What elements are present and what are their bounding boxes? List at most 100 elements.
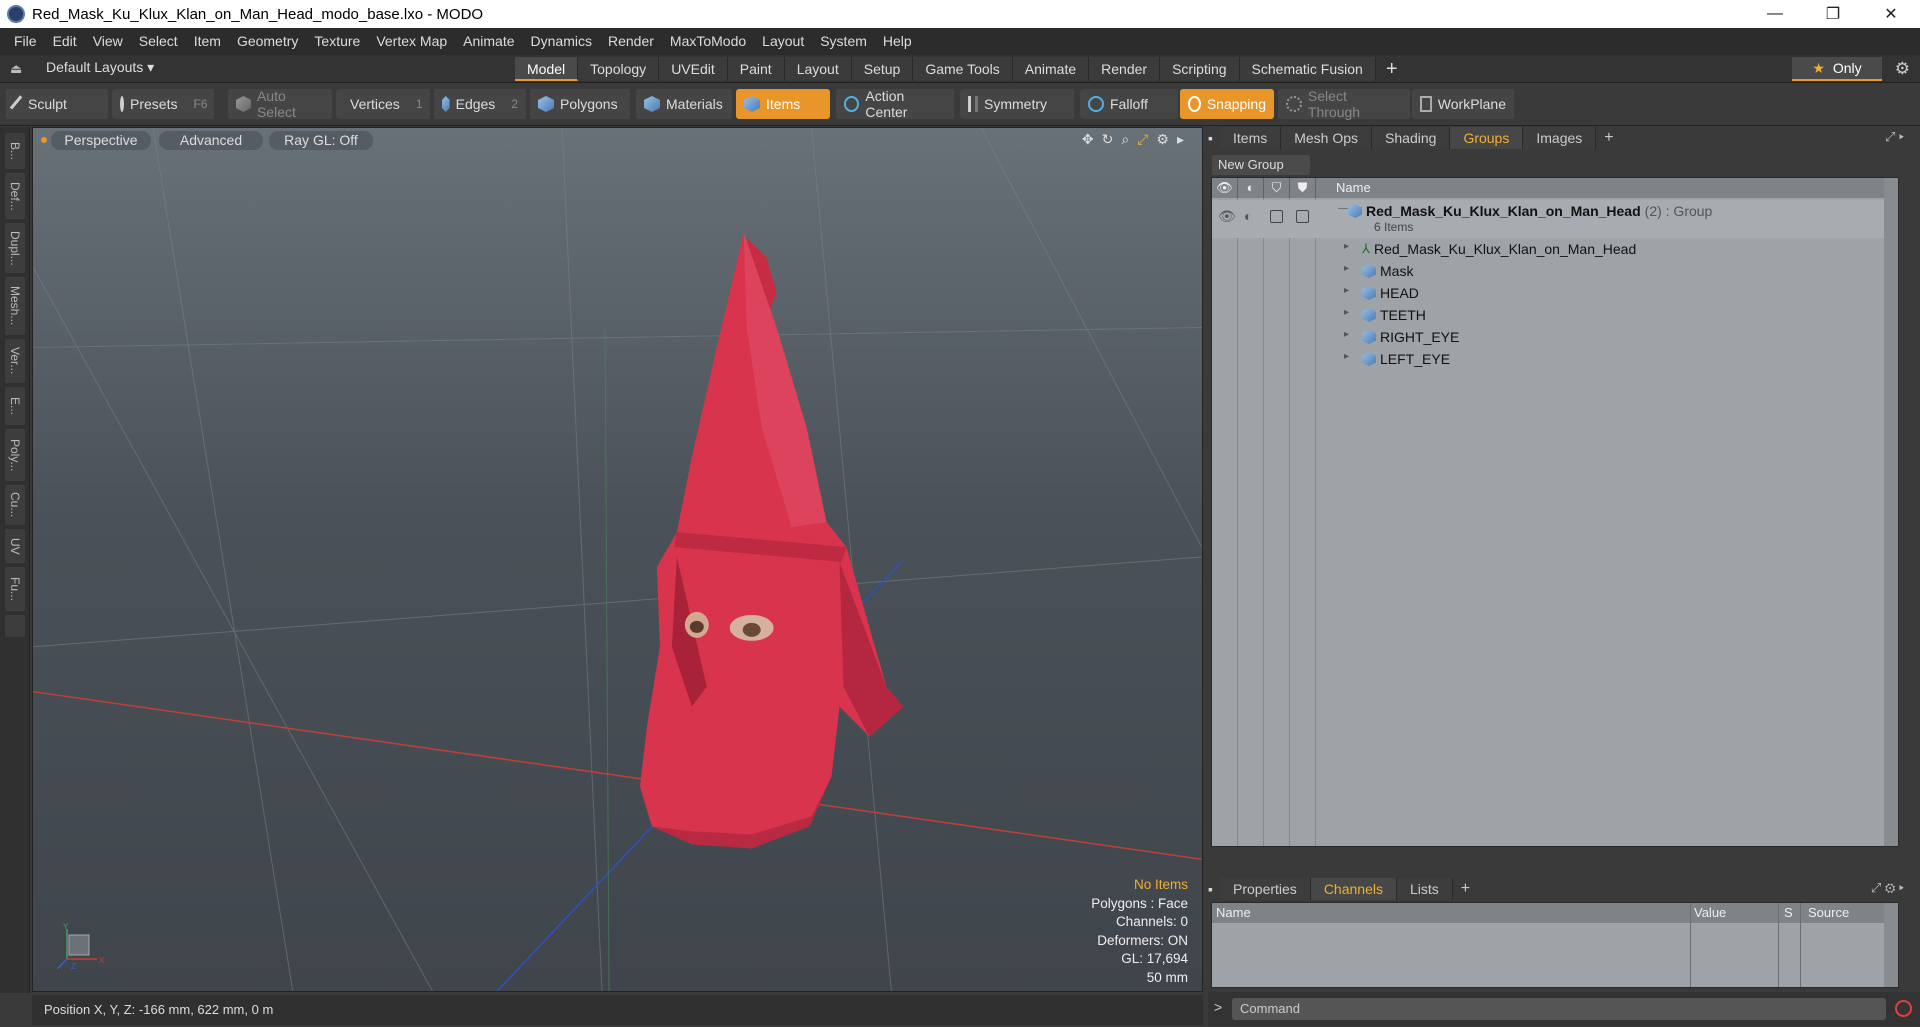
- workplane-button[interactable]: WorkPlane: [1412, 89, 1514, 119]
- select-through-button[interactable]: Select Through: [1278, 88, 1410, 120]
- channel-value-header[interactable]: Value: [1694, 903, 1726, 923]
- lock-checkbox[interactable]: [1270, 210, 1283, 223]
- tab-items[interactable]: Items: [1220, 127, 1282, 149]
- items-button[interactable]: Items: [736, 89, 830, 119]
- list-item[interactable]: ▸ HEAD: [1212, 282, 1898, 304]
- falloff-button[interactable]: Falloff: [1080, 89, 1178, 119]
- layout-dropdown[interactable]: Default Layouts ▾: [46, 59, 154, 76]
- tab-model[interactable]: Model: [515, 57, 579, 81]
- menu-texture[interactable]: Texture: [306, 28, 368, 55]
- list-item[interactable]: ▸ LEFT_EYE: [1212, 348, 1898, 370]
- snapping-button[interactable]: Snapping: [1180, 89, 1274, 119]
- viewport-menu-dot-icon[interactable]: [41, 137, 47, 143]
- strip-tab-vertex[interactable]: Ver...: [5, 339, 25, 383]
- symmetry-button[interactable]: Symmetry: [960, 89, 1074, 119]
- tab-mesh-ops[interactable]: Mesh Ops: [1281, 127, 1373, 149]
- 3d-viewport[interactable]: Perspective Advanced Ray GL: Off ✥ ↻ ⌕ ⤢…: [32, 127, 1203, 992]
- panel-menu-icon[interactable]: ▪: [1208, 130, 1220, 146]
- menu-view[interactable]: View: [85, 28, 131, 55]
- channels-scrollbar[interactable]: [1884, 903, 1898, 987]
- tab-properties[interactable]: Properties: [1220, 878, 1311, 900]
- command-history-icon[interactable]: >: [1214, 999, 1222, 1015]
- close-button[interactable]: ✕: [1862, 0, 1920, 28]
- menu-select[interactable]: Select: [131, 28, 186, 55]
- tab-topology[interactable]: Topology: [578, 57, 660, 81]
- add-bottom-tab-button[interactable]: +: [1453, 880, 1478, 898]
- select-checkbox[interactable]: [1296, 210, 1309, 223]
- viewport-settings-icon[interactable]: ⚙: [1156, 131, 1169, 148]
- menu-render[interactable]: Render: [600, 28, 662, 55]
- bottom-panel-expand-icon[interactable]: ⤢ ⚙ ▸: [1871, 880, 1904, 896]
- gear-icon[interactable]: ⚙: [1895, 59, 1910, 79]
- tab-render[interactable]: Render: [1089, 57, 1161, 81]
- tab-images[interactable]: Images: [1523, 127, 1597, 149]
- sculpt-button[interactable]: Sculpt: [6, 89, 108, 119]
- channel-name-header[interactable]: Name: [1216, 903, 1251, 923]
- zoom-view-icon[interactable]: ⌕: [1121, 131, 1129, 148]
- strip-tab-basic[interactable]: B...: [5, 133, 25, 169]
- bottom-panel-menu-icon[interactable]: ▪: [1208, 881, 1220, 897]
- new-group-button[interactable]: New Group: [1212, 155, 1310, 175]
- collapse-toggle-icon[interactable]: —: [1338, 203, 1348, 214]
- command-input[interactable]: Command: [1232, 998, 1886, 1020]
- vertices-button[interactable]: Vertices 1: [336, 89, 430, 119]
- menu-geometry[interactable]: Geometry: [229, 28, 306, 55]
- menu-animate[interactable]: Animate: [455, 28, 522, 55]
- only-button[interactable]: ★ Only: [1792, 57, 1882, 81]
- group-row[interactable]: 👁 ◐ — Red_Mask_Ku_Klux_Klan_on_Man_Head …: [1212, 200, 1898, 238]
- move-view-icon[interactable]: ✥: [1082, 131, 1094, 148]
- action-center-button[interactable]: Action Center: [836, 88, 954, 120]
- render-toggle-icon[interactable]: ◐: [1244, 208, 1252, 224]
- polygons-button[interactable]: Polygons: [530, 89, 630, 119]
- strip-tab-mesh[interactable]: Mesh...: [5, 277, 25, 335]
- menu-maxtomodo[interactable]: MaxToModo: [662, 28, 754, 55]
- panel-expand-icon[interactable]: ⤢ ▸: [1885, 129, 1904, 145]
- raygl-dropdown[interactable]: Ray GL: Off: [269, 131, 373, 150]
- menu-layout[interactable]: Layout: [754, 28, 812, 55]
- menu-vertex-map[interactable]: Vertex Map: [368, 28, 455, 55]
- menu-help[interactable]: Help: [875, 28, 920, 55]
- lock-col-icon[interactable]: ⛉: [1264, 178, 1290, 198]
- list-item[interactable]: ▸ RIGHT_EYE: [1212, 326, 1898, 348]
- strip-tab-curve[interactable]: Cu...: [5, 485, 25, 525]
- strip-tab-duplicate[interactable]: Dupl...: [5, 223, 25, 273]
- advanced-dropdown[interactable]: Advanced: [159, 131, 263, 150]
- tab-schematic-fusion[interactable]: Schematic Fusion: [1239, 57, 1376, 81]
- add-layout-tab-button[interactable]: +: [1376, 57, 1408, 81]
- auto-select-button[interactable]: Auto Select: [228, 88, 332, 120]
- menu-file[interactable]: File: [6, 28, 45, 55]
- strip-tab-fusion[interactable]: Fu...: [5, 567, 25, 611]
- materials-button[interactable]: Materials: [636, 89, 732, 119]
- tab-shading[interactable]: Shading: [1372, 127, 1451, 149]
- strip-tab-edge[interactable]: E...: [5, 387, 25, 425]
- tab-paint[interactable]: Paint: [727, 57, 785, 81]
- tab-lists[interactable]: Lists: [1396, 878, 1453, 900]
- strip-tab-extra[interactable]: [5, 615, 25, 637]
- menu-system[interactable]: System: [812, 28, 875, 55]
- tab-scripting[interactable]: Scripting: [1160, 57, 1240, 81]
- tab-setup[interactable]: Setup: [851, 57, 914, 81]
- menu-edit[interactable]: Edit: [45, 28, 85, 55]
- list-item[interactable]: ▸ TEETH: [1212, 304, 1898, 326]
- visibility-col-icon[interactable]: 👁: [1212, 178, 1238, 198]
- groups-scrollbar[interactable]: [1884, 178, 1898, 846]
- fit-view-icon[interactable]: ⤢: [1137, 131, 1148, 148]
- strip-tab-deform[interactable]: Def...: [5, 173, 25, 219]
- menu-item[interactable]: Item: [186, 28, 229, 55]
- presets-button[interactable]: Presets F6: [112, 89, 214, 119]
- name-column-header[interactable]: Name: [1336, 178, 1371, 198]
- tab-layout[interactable]: Layout: [784, 57, 852, 81]
- strip-tab-uv[interactable]: UV: [5, 529, 25, 563]
- list-item[interactable]: ▸ ⅄ Red_Mask_Ku_Klux_Klan_on_Man_Head: [1212, 238, 1898, 260]
- strip-tab-polygon[interactable]: Poly...: [5, 429, 25, 481]
- viewport-expand-icon[interactable]: ▸: [1177, 131, 1184, 148]
- eye-icon[interactable]: 👁: [1218, 208, 1236, 225]
- channel-s-header[interactable]: S: [1784, 903, 1793, 923]
- maximize-button[interactable]: ❐: [1804, 0, 1862, 28]
- edges-button[interactable]: Edges 2: [434, 89, 526, 119]
- tab-uvedit[interactable]: UVEdit: [659, 57, 728, 81]
- tab-animate[interactable]: Animate: [1012, 57, 1090, 81]
- menu-dynamics[interactable]: Dynamics: [523, 28, 600, 55]
- select-col-icon[interactable]: ⛊: [1290, 178, 1316, 198]
- minimize-button[interactable]: —: [1746, 0, 1804, 28]
